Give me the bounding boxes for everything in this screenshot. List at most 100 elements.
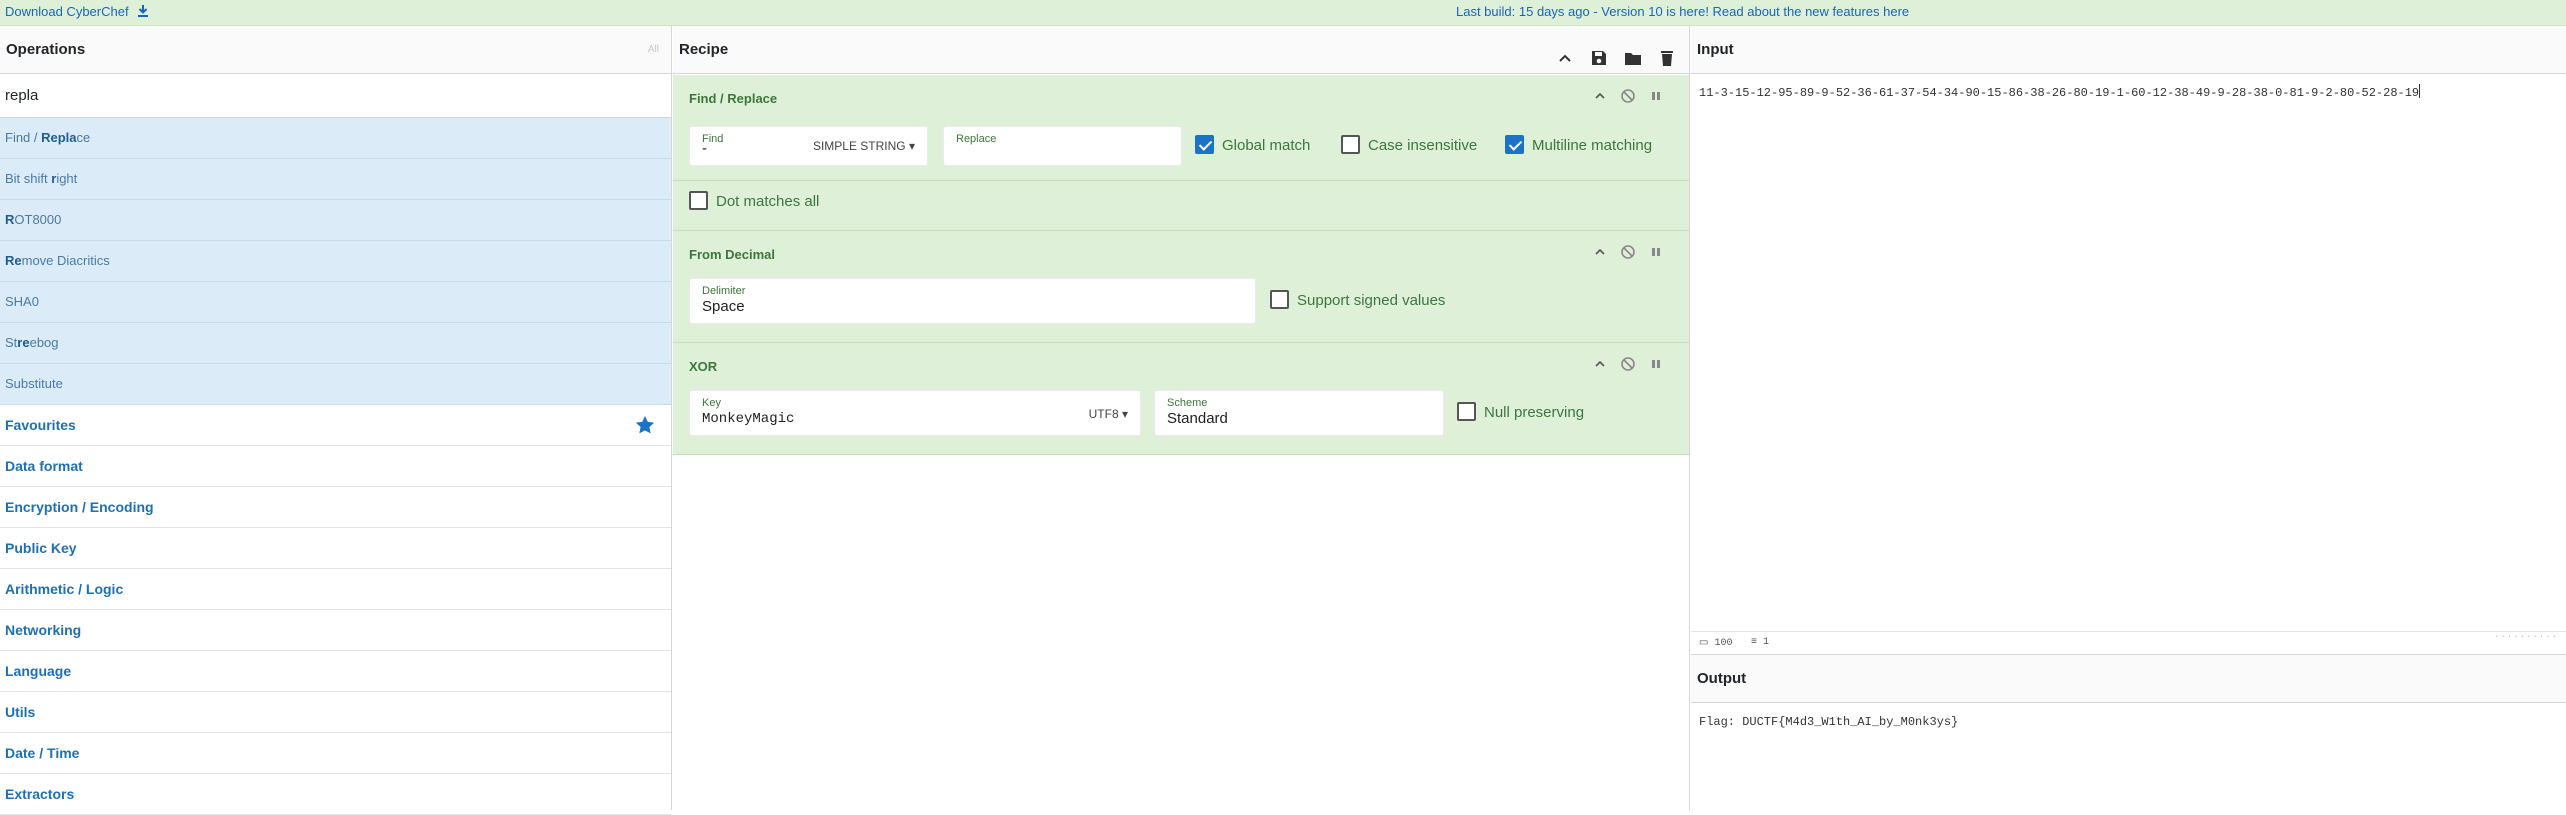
operation-result-match: re (17, 335, 29, 350)
length-indicator: ▭ 100 (1699, 637, 1732, 649)
operation-result-text: Bit shift (5, 171, 51, 186)
star-icon[interactable] (634, 414, 656, 436)
operation-result[interactable]: Remove Diacritics (0, 241, 671, 282)
operation-result[interactable]: SHA0 (0, 282, 671, 323)
key-value: MonkeyMagic (702, 411, 794, 427)
input-title: Input (1697, 41, 1734, 58)
null-preserving-checkbox[interactable]: Null preserving (1457, 402, 1584, 421)
operations-panel: Operations All Find / ReplaceBit shift r… (0, 26, 672, 810)
key-field[interactable]: Key MonkeyMagic UTF8 ▾ (689, 390, 1141, 436)
key-label: Key (702, 397, 721, 409)
chevron-up-icon[interactable] (1591, 243, 1609, 261)
release-notes-link[interactable]: Last build: 15 days ago - Version 10 is … (1456, 4, 1909, 19)
scheme-field[interactable]: Scheme Standard (1154, 390, 1444, 436)
replace-field[interactable]: Replace (943, 126, 1182, 166)
checkbox-unchecked[interactable] (689, 191, 708, 210)
operation-result[interactable]: Streebog (0, 323, 671, 364)
operation-result[interactable]: Substitute (0, 364, 671, 405)
pause-icon[interactable] (1647, 355, 1665, 373)
dot-all-label: Dot matches all (716, 193, 819, 210)
length-value: 100 (1714, 638, 1732, 649)
pause-icon[interactable] (1647, 87, 1665, 105)
checkbox-unchecked[interactable] (1270, 290, 1289, 309)
category-favourites[interactable]: Favourites (0, 405, 671, 446)
operation-result-text: SHA0 (5, 294, 39, 309)
collapse-all-icon[interactable] (1555, 40, 1575, 60)
category-networking[interactable]: Networking (0, 610, 671, 651)
pause-icon[interactable] (1647, 243, 1665, 261)
signed-values-checkbox[interactable]: Support signed values (1270, 290, 1445, 309)
recipe-op-from-decimal[interactable]: From Decimal Delimiter Space Support sig… (673, 231, 1689, 343)
category-label: Extractors (5, 786, 74, 802)
find-type-dropdown[interactable]: SIMPLE STRING ▾ (813, 139, 915, 153)
checkbox-checked[interactable] (1505, 135, 1524, 154)
op-title: From Decimal (689, 247, 775, 262)
category-label: Language (5, 663, 71, 679)
download-icon (136, 4, 150, 18)
output-text[interactable]: Flag: DUCTF{M4d3_W1th_AI_by_M0nk3ys} (1699, 715, 1958, 729)
chevron-up-icon[interactable] (1591, 87, 1609, 105)
category-date-time[interactable]: Date / Time (0, 733, 671, 774)
multiline-label: Multiline matching (1532, 137, 1652, 154)
category-label: Public Key (5, 540, 77, 556)
disable-icon[interactable] (1619, 355, 1637, 373)
resize-handle[interactable]: ·········· (2494, 632, 2558, 642)
operation-result-text: ebog (30, 335, 59, 350)
category-utils[interactable]: Utils (0, 692, 671, 733)
checkbox-unchecked[interactable] (1341, 135, 1360, 154)
operation-result[interactable]: Find / Replace (0, 118, 671, 159)
operations-header: Operations All (0, 26, 671, 74)
category-data-format[interactable]: Data format (0, 446, 671, 487)
key-encoding-dropdown[interactable]: UTF8 ▾ (1089, 407, 1128, 421)
category-label: Favourites (5, 417, 76, 433)
category-list: Favourites Data formatEncryption / Encodi… (0, 405, 671, 815)
lines-value: 1 (1763, 637, 1769, 648)
load-folder-icon[interactable] (1623, 40, 1643, 60)
category-extractors[interactable]: Extractors (0, 774, 671, 815)
disable-icon[interactable] (1619, 243, 1637, 261)
chevron-up-icon[interactable] (1591, 355, 1609, 373)
operation-result-text: Substitute (5, 376, 63, 391)
scheme-value: Standard (1167, 410, 1228, 427)
case-insensitive-label: Case insensitive (1368, 137, 1477, 154)
input-textarea[interactable]: 11-3-15-12-95-89-9-52-36-61-37-54-34-90-… (1699, 84, 2420, 100)
recipe-op-xor[interactable]: XOR Key MonkeyMagic UTF8 ▾ Scheme Standa… (673, 343, 1689, 455)
global-match-label: Global match (1222, 137, 1310, 154)
operation-result-match: R (5, 212, 14, 227)
clear-recipe-icon[interactable] (1657, 40, 1677, 60)
search-input[interactable] (5, 74, 666, 117)
recipe-title: Recipe (679, 41, 728, 58)
checkbox-checked[interactable] (1195, 135, 1214, 154)
input-pane: Input 11-3-15-12-95-89-9-52-36-61-37-54-… (1691, 26, 2566, 654)
chevron-down-icon: ▾ (1122, 407, 1128, 421)
case-insensitive-checkbox[interactable]: Case insensitive (1341, 135, 1477, 154)
delimiter-field[interactable]: Delimiter Space (689, 278, 1256, 324)
recipe-op-find-replace[interactable]: Find / Replace Find - SIMPLE STRING ▾ Re… (673, 75, 1689, 181)
operation-result-text: ight (56, 171, 77, 186)
global-match-checkbox[interactable]: Global match (1195, 135, 1310, 154)
chevron-down-icon: ▾ (909, 139, 915, 153)
operation-result-text: OT8000 (14, 212, 61, 227)
find-field[interactable]: Find - SIMPLE STRING ▾ (689, 126, 928, 166)
operation-result[interactable]: Bit shift right (0, 159, 671, 200)
save-icon[interactable] (1589, 40, 1609, 60)
recipe-op-find-replace-row2: Dot matches all (673, 181, 1689, 231)
category-language[interactable]: Language (0, 651, 671, 692)
category-arithmetic-logic[interactable]: Arithmetic / Logic (0, 569, 671, 610)
search-box (0, 74, 671, 118)
download-label: Download CyberChef (5, 4, 129, 19)
operation-result[interactable]: ROT8000 (0, 200, 671, 241)
dot-all-checkbox[interactable]: Dot matches all (689, 191, 819, 210)
multiline-checkbox[interactable]: Multiline matching (1505, 135, 1652, 154)
input-status-bar: ▭ 100 ≡ 1 ·········· (1691, 631, 2566, 653)
scheme-label: Scheme (1167, 397, 1207, 409)
download-link[interactable]: Download CyberChef (5, 4, 150, 19)
category-public-key[interactable]: Public Key (0, 528, 671, 569)
text-caret (2419, 84, 2420, 98)
checkbox-unchecked[interactable] (1457, 402, 1476, 421)
input-header: Input (1691, 26, 2566, 74)
disable-icon[interactable] (1619, 87, 1637, 105)
find-type-value: SIMPLE STRING (813, 139, 906, 153)
category-encryption-encoding[interactable]: Encryption / Encoding (0, 487, 671, 528)
category-label: Utils (5, 704, 35, 720)
